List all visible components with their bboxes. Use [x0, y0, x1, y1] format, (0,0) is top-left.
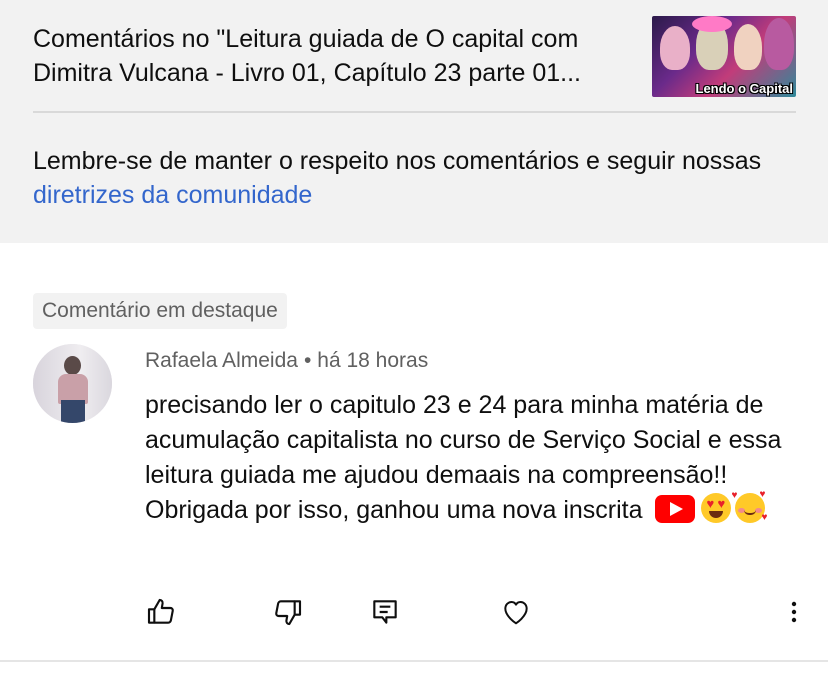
thumbnail-figure: [764, 18, 794, 70]
video-title[interactable]: Comentários no "Leitura guiada de O capi…: [33, 22, 633, 90]
meta-separator: •: [303, 349, 312, 372]
reply-button[interactable]: [369, 596, 401, 628]
community-guidelines-notice: Lembre-se de manter o respeito nos comen…: [33, 144, 803, 212]
comments-header: Comentários no "Leitura guiada de O capi…: [0, 0, 828, 243]
highlighted-comment-badge: Comentário em destaque: [33, 293, 287, 329]
youtube-play-emoji: [655, 495, 696, 523]
thumbnail-figure: [734, 24, 762, 70]
comment-body: precisando ler o capitulo 23 e 24 para m…: [145, 388, 795, 528]
creator-heart-button[interactable]: [500, 596, 532, 628]
more-vert-icon: [791, 601, 797, 623]
reply-icon: [373, 600, 397, 624]
more-options-button[interactable]: [778, 596, 806, 628]
comment-author[interactable]: Rafaela Almeida: [145, 349, 298, 372]
guidelines-text: Lembre-se de manter o respeito nos comen…: [33, 147, 762, 175]
video-thumbnail[interactable]: Lendo o Capital: [652, 16, 796, 97]
thumbnail-figure: [660, 26, 690, 70]
thumbnail-figure: [692, 16, 732, 32]
avatar[interactable]: [33, 344, 112, 423]
header-divider: [33, 111, 796, 113]
thumbnail-caption: Lendo o Capital: [695, 81, 794, 96]
thumbs-up-icon: [147, 598, 174, 624]
community-guidelines-link[interactable]: diretrizes da comunidade: [33, 181, 312, 209]
heart-icon: [504, 601, 528, 625]
avatar-person: [61, 400, 85, 423]
comment-divider: [0, 660, 828, 662]
thumbs-down-icon: [275, 600, 302, 626]
like-button[interactable]: [145, 596, 177, 628]
heart-eyes-emoji: [701, 493, 732, 523]
dislike-button[interactable]: [272, 596, 304, 628]
avatar-person: [64, 356, 81, 375]
smiling-face-with-hearts-emoji: ♥ ♥ ♥: [731, 489, 768, 523]
comment-timestamp: há 18 horas: [317, 349, 429, 372]
comment-meta: Rafaela Almeida • há 18 horas: [145, 347, 428, 375]
